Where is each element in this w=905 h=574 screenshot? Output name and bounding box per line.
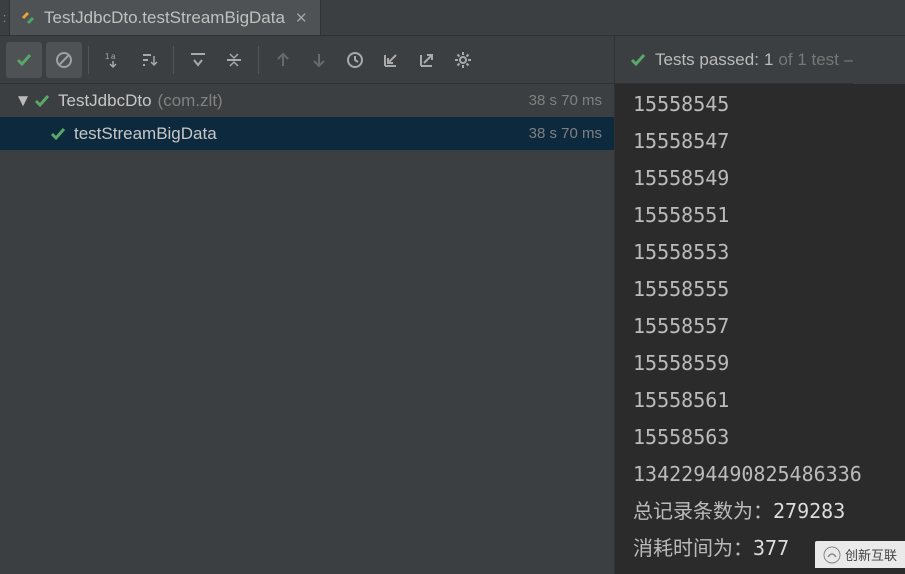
summary-records: 总记录条数为：279283 — [633, 493, 905, 530]
main-area: ▼ TestJdbcDto (com.zlt) 38 s 70 ms testS… — [0, 84, 905, 574]
close-icon[interactable]: ✕ — [293, 9, 310, 27]
show-passed-toggle[interactable] — [6, 42, 42, 78]
show-ignored-toggle[interactable] — [46, 42, 82, 78]
output-line: 15558559 — [633, 345, 905, 382]
watermark-text: 创新互联 — [845, 545, 897, 564]
tab-title: TestJdbcDto.testStreamBigData — [44, 8, 285, 28]
status-suffix: – — [844, 50, 853, 70]
collapse-all-button[interactable] — [216, 42, 252, 78]
output-line: 15558561 — [633, 382, 905, 419]
records-label: 总记录条数为： — [633, 499, 773, 523]
pass-icon — [34, 93, 50, 109]
console-output[interactable]: 15558545 15558547 15558549 15558551 1555… — [615, 84, 905, 574]
class-icon — [20, 10, 36, 26]
output-line: 1342294490825486336 — [633, 456, 905, 493]
separator — [88, 46, 89, 74]
sort-duration-button[interactable] — [131, 42, 167, 78]
test-toolbar: 1a — [0, 36, 615, 84]
status-passed-count: 1 — [764, 50, 773, 70]
status-total: of 1 test — [778, 50, 838, 70]
test-tree[interactable]: ▼ TestJdbcDto (com.zlt) 38 s 70 ms testS… — [0, 84, 615, 574]
check-icon — [629, 51, 647, 69]
watermark-icon — [823, 546, 841, 564]
output-line: 15558549 — [633, 160, 905, 197]
sort-alpha-button[interactable]: 1a — [95, 42, 131, 78]
prev-failed-button[interactable] — [265, 42, 301, 78]
test-class-row[interactable]: ▼ TestJdbcDto (com.zlt) 38 s 70 ms — [0, 84, 614, 117]
output-line: 15558555 — [633, 271, 905, 308]
watermark: 创新互联 — [815, 541, 905, 568]
test-method-row[interactable]: testStreamBigData 38 s 70 ms — [0, 117, 614, 150]
time-value: 377 — [753, 536, 789, 560]
test-method-name: testStreamBigData — [74, 124, 217, 144]
expand-arrow-icon[interactable]: ▼ — [12, 91, 34, 111]
import-tests-button[interactable] — [373, 42, 409, 78]
output-line: 15558551 — [633, 197, 905, 234]
test-class-name: TestJdbcDto — [58, 91, 152, 111]
history-button[interactable] — [337, 42, 373, 78]
test-class-package: (com.zlt) — [158, 91, 223, 111]
test-method-time: 38 s 70 ms — [529, 125, 602, 142]
time-label: 消耗时间为： — [633, 536, 753, 560]
output-line: 15558557 — [633, 308, 905, 345]
separator — [258, 46, 259, 74]
test-status-bar: Tests passed: 1 of 1 test – — [615, 36, 853, 84]
records-value: 279283 — [773, 499, 845, 523]
next-failed-button[interactable] — [301, 42, 337, 78]
tab-prefix: : — [0, 0, 10, 35]
output-line: 15558545 — [633, 86, 905, 123]
output-line: 15558547 — [633, 123, 905, 160]
settings-button[interactable] — [445, 42, 481, 78]
export-tests-button[interactable] — [409, 42, 445, 78]
tab-bar: : TestJdbcDto.testStreamBigData ✕ — [0, 0, 905, 36]
separator — [173, 46, 174, 74]
expand-all-button[interactable] — [180, 42, 216, 78]
svg-text:a: a — [111, 52, 116, 61]
test-class-time: 38 s 70 ms — [529, 92, 602, 109]
tab-prefix-label: : — [3, 10, 7, 25]
output-line: 15558563 — [633, 419, 905, 456]
status-prefix: Tests passed: — [655, 50, 759, 70]
pass-icon — [50, 126, 66, 142]
editor-tab[interactable]: TestJdbcDto.testStreamBigData ✕ — [10, 0, 321, 35]
output-line: 15558553 — [633, 234, 905, 271]
svg-text:1: 1 — [105, 52, 110, 61]
